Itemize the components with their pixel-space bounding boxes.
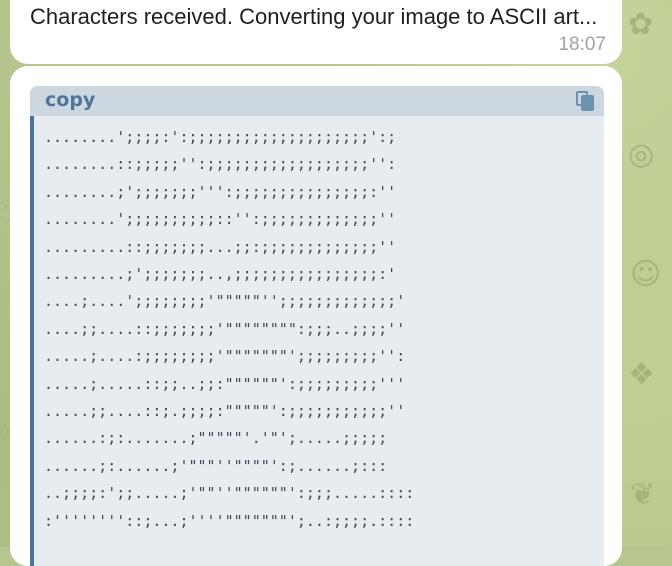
code-message-bubble[interactable]: copy ........';;;;:':;;;;;;;;;;;;;;;;;;;…	[10, 66, 622, 566]
wallpaper-camera-icon: ◎	[628, 137, 655, 172]
code-block-accent-bar	[30, 86, 34, 566]
ascii-art-text: ........';;;;:':;;;;;;;;;;;;;;;;;;;;':; …	[44, 124, 414, 535]
ascii-line: ........';;;;;;;;;;::'':;;;;;;;;;;;;;''	[44, 210, 397, 229]
ascii-line: ..;;;;:';;.....;'""''""""""':;;;.....:::…	[44, 484, 415, 503]
wallpaper-leaf-icon: ❦	[630, 477, 656, 512]
wallpaper-doodle-icon: ✿	[628, 7, 654, 42]
wallpaper-cat-icon: ☺	[630, 257, 662, 292]
ascii-line: :''''''''::;...;''''"""""""';..:;;;;.:::…	[44, 511, 415, 530]
ascii-line: ....;....';;;;;;;;'"""""'';;;;;;;;;;;;;'	[44, 292, 406, 311]
message-text: Characters received. Converting your ima…	[30, 4, 598, 29]
message-timestamp: 18:07	[558, 34, 606, 55]
code-block-label[interactable]: copy	[45, 89, 95, 111]
ascii-line: .........::;;;;;;;...;;:;;;;;;;;;;;;;''	[44, 237, 397, 256]
ascii-line: ......;:......;'"""''""""':;......;:::	[44, 456, 388, 475]
message-bubble[interactable]: Characters received. Converting your ima…	[10, 0, 622, 64]
copy-icon[interactable]	[576, 91, 594, 111]
ascii-line: .....;.....::;;..;;:""""""':;;;;;;;;;'''	[44, 374, 406, 393]
ascii-line: .....;;....::;.;;;;:"""""':;;;;;;;;;;;''	[44, 402, 406, 421]
ascii-line: .....;....:;;;;;;;;'"""""""';;;;;;;;;'':	[44, 347, 406, 366]
ascii-line: ....;;....::;;;;;;;'"""""""":;;;..;;;;''	[44, 319, 406, 338]
ascii-line: ........::;;;;;'':;;;;;;;;;;;;;;;;;;'':	[44, 155, 397, 174]
code-block-header: copy	[30, 86, 604, 116]
ascii-line: ......:;:.......;"""""'.'"';.....;;;;;	[44, 429, 388, 448]
code-block[interactable]: copy ........';;;;:':;;;;;;;;;;;;;;;;;;;…	[30, 86, 604, 566]
ascii-line: .........;';;;;;;;..,;;;;;;;;;;;;;;;;:'	[44, 265, 397, 284]
ascii-line: ........';;;;:':;;;;;;;;;;;;;;;;;;;;':;	[44, 128, 397, 146]
wallpaper-gift-icon: ❖	[628, 357, 655, 392]
ascii-line: ........;';;;;;;;''':;;;;;;;;;;;;;;;:''	[44, 182, 397, 201]
